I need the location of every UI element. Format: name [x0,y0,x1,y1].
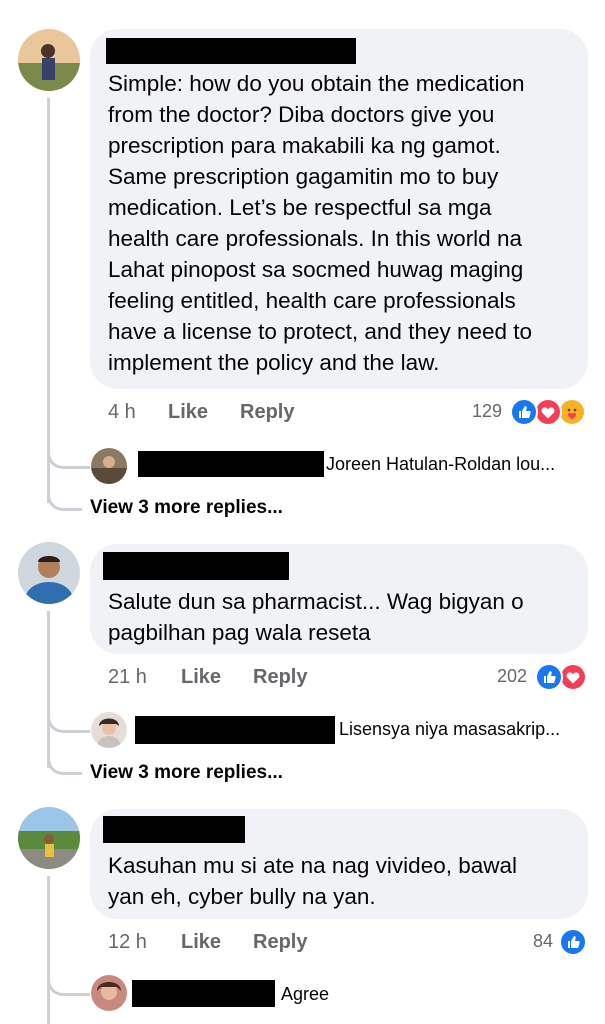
view-more-branch-line [47,486,82,511]
reply-preview-text[interactable]: Joreen Hatulan-Roldan lou... [326,454,555,475]
redacted-commenter-name [106,38,356,64]
reply-branch-line [47,705,90,733]
reply-thread-line [47,876,50,1024]
reaction-count: 84 [533,931,554,951]
reply-avatar[interactable] [91,448,127,484]
like-icon [510,398,538,426]
reply-thread-line [47,611,50,768]
reply-preview-text[interactable]: Agree [281,984,329,1005]
comment-text: Salute dun sa pharmacist... Wag bigyan o… [108,589,524,645]
like-icon [559,928,587,956]
care-icon [558,398,586,426]
view-more-replies-link[interactable]: View 3 more replies... [90,762,283,784]
view-more-branch-line [47,750,82,775]
like-button[interactable]: Like [181,931,221,954]
redacted-reply-name [135,716,335,744]
redacted-commenter-name [103,816,245,843]
reply-button[interactable]: Reply [253,931,307,954]
reply-button[interactable]: Reply [240,401,294,424]
like-button[interactable]: Like [181,666,221,689]
redacted-reply-name [132,980,275,1007]
reply-preview-text[interactable]: Lisensya niya masasakrip... [339,719,560,740]
comment-text: Kasuhan mu si ate na nag vivideo, bawal … [108,853,518,909]
like-button[interactable]: Like [168,401,208,424]
comment-timestamp[interactable]: 21 h [108,666,147,689]
redacted-commenter-name [103,552,289,580]
reply-branch-line [47,968,90,996]
reply-avatar[interactable] [91,712,127,748]
comment-timestamp[interactable]: 12 h [108,931,147,954]
commenter-avatar[interactable] [18,29,80,91]
love-icon [559,663,587,691]
commenter-avatar[interactable] [18,542,80,604]
reply-button[interactable]: Reply [253,666,307,689]
reply-branch-line [47,440,90,469]
view-more-replies-link[interactable]: View 3 more replies... [90,497,283,519]
reply-avatar[interactable] [91,975,127,1011]
redacted-reply-name [138,451,324,477]
like-icon [535,663,563,691]
reaction-count: 202 [497,666,528,686]
reaction-count: 129 [472,401,503,421]
comment-text: Simple: how do you obtain the medication… [108,71,533,375]
love-icon [534,398,562,426]
commenter-avatar[interactable] [18,807,80,869]
comment-timestamp[interactable]: 4 h [108,401,136,424]
